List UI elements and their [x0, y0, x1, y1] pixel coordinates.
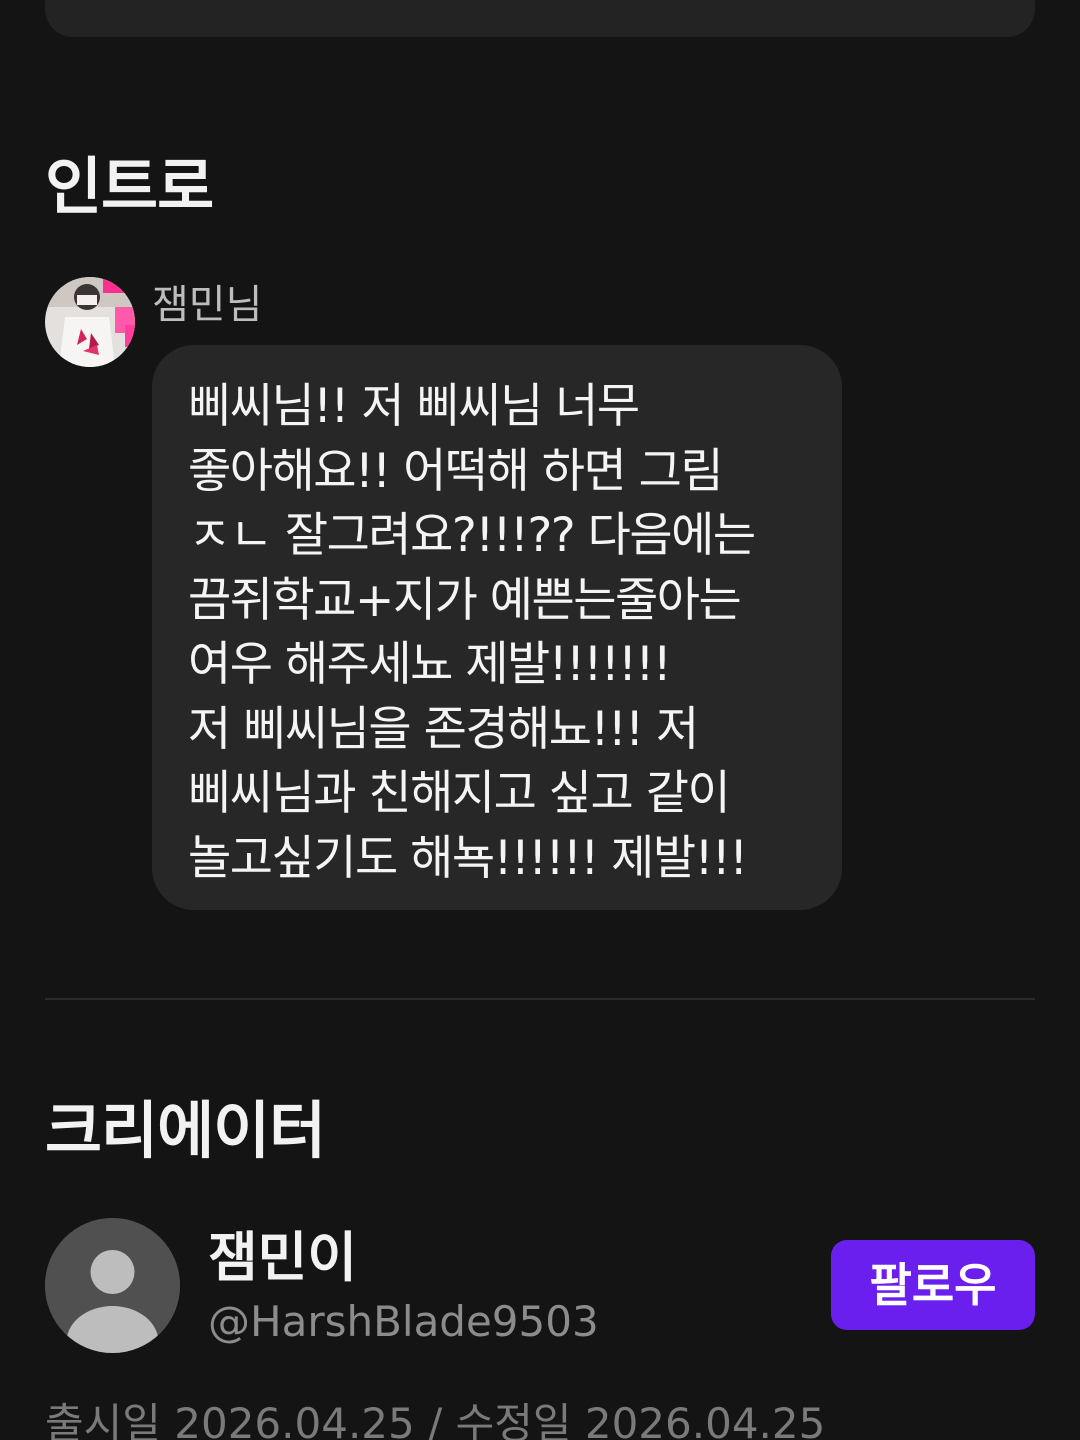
follow-button[interactable]: 팔로우 — [831, 1240, 1035, 1330]
intro-section-title: 인트로 — [45, 150, 214, 223]
avatar-image — [45, 277, 135, 367]
intro-message-text: 삐씨님!! 저 삐씨님 너무 좋아해요!! 어떡해 하면 그림 ㅈㄴ 잘그려요?… — [188, 379, 756, 886]
creator-avatar[interactable] — [45, 1218, 180, 1353]
section-divider — [45, 998, 1035, 1000]
intro-message-bubble: 삐씨님!! 저 삐씨님 너무 좋아해요!! 어떡해 하면 그림 ㅈㄴ 잘그려요?… — [152, 345, 842, 910]
intro-author-name: 잼민님 — [152, 282, 263, 328]
creator-name[interactable]: 잼민이 — [208, 1228, 357, 1288]
default-user-icon — [45, 1218, 180, 1353]
page: 인트로 잼민님 삐씨님!! 저 삐씨님 너무 좋아해요!! 어떡해 하면 그림 … — [0, 0, 1080, 1440]
creator-section-title: 크리에이터 — [45, 1094, 326, 1167]
top-card — [45, 0, 1035, 37]
creator-handle: @HarshBlade9503 — [208, 1297, 599, 1346]
release-modified-dates: 출시일 2026.04.25 / 수정일 2026.04.25 — [45, 1399, 826, 1440]
intro-author-avatar[interactable] — [45, 277, 135, 367]
